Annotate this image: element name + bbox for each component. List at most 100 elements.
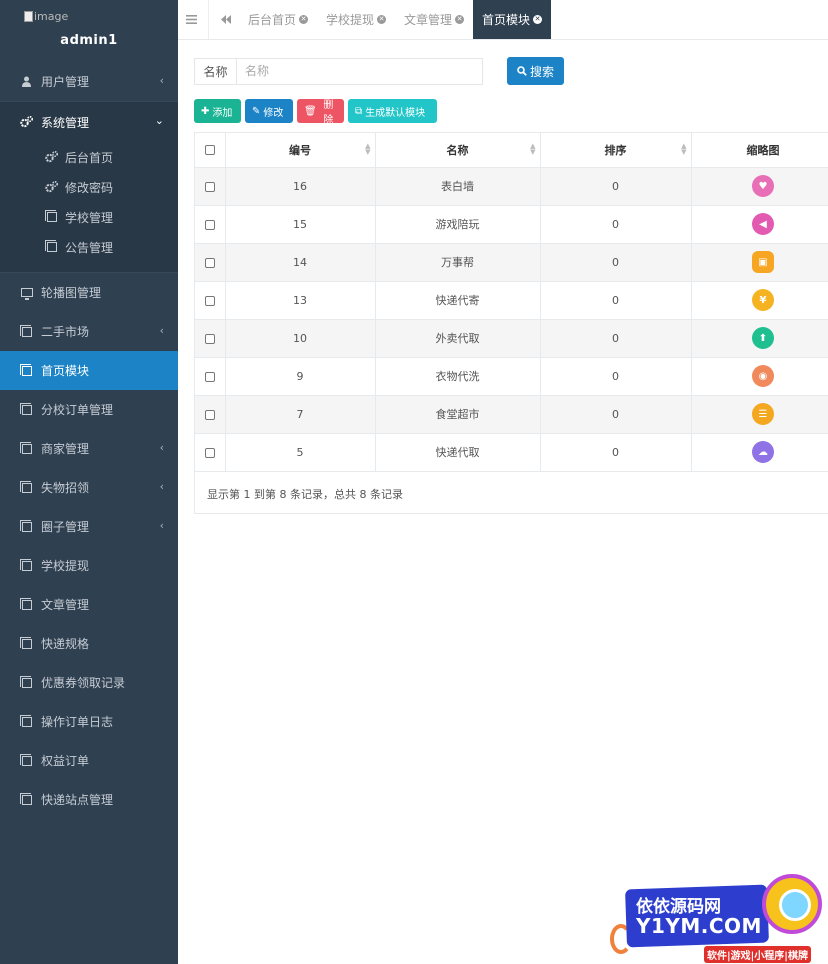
table-row[interactable]: 7 食堂超市 0 ☰ — [195, 395, 828, 434]
sidebar-item-second-hand[interactable]: 二手市场 ‹ — [0, 312, 178, 351]
sidebar-item-coupon-records[interactable]: 优惠券领取记录 — [0, 663, 178, 702]
close-icon[interactable]: ✕ — [377, 15, 387, 24]
cell-sort: 0 — [540, 319, 692, 358]
close-icon[interactable]: ✕ — [533, 15, 543, 24]
tab-articles[interactable]: 文章管理 ✕ — [395, 0, 473, 39]
edit-button[interactable]: ✎ 修改 — [245, 99, 293, 123]
table-row[interactable]: 9 衣物代洗 0 ◉ — [195, 357, 828, 396]
select-all-cell — [195, 133, 226, 168]
sidebar-subitem-change-password[interactable]: 修改密码 — [0, 172, 178, 202]
table-row[interactable]: 13 快递代寄 0 ¥ — [195, 281, 828, 320]
sidebar-item-express-spec[interactable]: 快递规格 — [0, 624, 178, 663]
sort-icon: ▲ ▼ — [365, 142, 371, 156]
sidebar-item-home-module[interactable]: 首页模块 — [0, 351, 178, 390]
tab-school-withdraw[interactable]: 学校提现 ✕ — [317, 0, 395, 39]
sidebar-item-benefit-orders[interactable]: 权益订单 — [0, 741, 178, 780]
cell-id: 14 — [225, 243, 376, 282]
cell-id: 13 — [225, 281, 376, 320]
generate-default-modules-button[interactable]: ⧉ 生成默认模块 — [348, 99, 437, 123]
column-header-name[interactable]: 名称 ▲ ▼ — [375, 133, 541, 168]
search-form: 名称 搜索 — [194, 57, 564, 85]
sidebar-item-order-logs[interactable]: 操作订单日志 — [0, 702, 178, 741]
sidebar-item-user-management[interactable]: 用户管理 ‹ — [0, 62, 178, 101]
sidebar-subitem-announcement[interactable]: 公告管理 — [0, 232, 178, 262]
copy-icon — [19, 714, 33, 728]
tab-dashboard[interactable]: 后台首页 ✕ — [239, 0, 317, 39]
double-chevron-left-icon[interactable] — [213, 0, 239, 39]
cell-name: 游戏陪玩 — [375, 205, 541, 244]
sidebar-item-school-withdraw[interactable]: 学校提现 — [0, 546, 178, 585]
sidebar-item-articles[interactable]: 文章管理 — [0, 585, 178, 624]
row-checkbox[interactable] — [204, 295, 215, 306]
table-row[interactable]: 5 快递代取 0 ☁ — [195, 433, 828, 472]
tab-label: 首页模块 — [482, 13, 531, 27]
cell-name: 衣物代洗 — [375, 357, 541, 396]
tab-home-module[interactable]: 首页模块 ✕ — [473, 0, 552, 39]
sidebar-item-branch-orders[interactable]: 分校订单管理 — [0, 390, 178, 429]
column-label: 缩略图 — [746, 143, 780, 157]
search-button[interactable]: 搜索 — [507, 57, 564, 85]
cell-name: 食堂超市 — [375, 395, 541, 434]
row-checkbox[interactable] — [204, 409, 215, 420]
shirt-thumbnail-icon: ▣ — [752, 251, 774, 273]
data-table: 编号 ▲ ▼ 名称 ▲ ▼ 排序 ▲ ▼ 缩略图 16 表白墙 0 ♥ 15 游戏陪玩 0 … — [195, 133, 828, 472]
sidebar-subitem-school-management[interactable]: 学校管理 — [0, 202, 178, 232]
sidebar-item-banner[interactable]: 轮播图管理 — [0, 273, 178, 312]
close-icon[interactable]: ✕ — [455, 15, 465, 24]
copy-icon — [44, 240, 58, 254]
username[interactable]: admin1 — [0, 33, 178, 48]
column-label: 名称 — [446, 143, 469, 157]
package-thumbnail-icon: ☁ — [752, 441, 774, 463]
toolbar: ✚ 添加 ✎ 修改 🗑 删除 ⧉ 生成默认模块 — [194, 99, 437, 126]
sidebar-item-label: 优惠券领取记录 — [41, 676, 126, 690]
search-input[interactable] — [236, 57, 483, 85]
delete-button-label: 删除 — [323, 100, 334, 126]
avatar[interactable]: image — [22, 10, 72, 26]
row-checkbox[interactable] — [204, 181, 215, 192]
column-header-id[interactable]: 编号 ▲ ▼ — [225, 133, 376, 168]
delete-button[interactable]: 🗑 删除 — [297, 99, 344, 126]
cell-name: 表白墙 — [375, 167, 541, 206]
watermark-domain: Y1YM.COM — [636, 914, 762, 938]
add-button-label: 添加 — [212, 107, 233, 119]
cell-sort: 0 — [540, 243, 692, 282]
copy-icon — [19, 753, 33, 767]
sort-icon: ▲ ▼ — [530, 142, 536, 156]
add-button[interactable]: ✚ 添加 — [194, 99, 241, 123]
chevron-left-icon: ‹ — [159, 74, 164, 87]
sidebar-item-label: 圈子管理 — [41, 520, 90, 534]
row-checkbox[interactable] — [204, 219, 215, 230]
washer-thumbnail-icon: ◉ — [752, 365, 774, 387]
coin-thumbnail-icon: ¥ — [752, 289, 774, 311]
select-all-checkbox[interactable] — [204, 145, 215, 156]
sidebar-item-label: 轮播图管理 — [41, 286, 102, 300]
cell-sort: 0 — [540, 433, 692, 472]
column-header-sort[interactable]: 排序 ▲ ▼ — [540, 133, 692, 168]
sidebar-item-circles[interactable]: 圈子管理 ‹ — [0, 507, 178, 546]
sidebar-item-merchants[interactable]: 商家管理 ‹ — [0, 429, 178, 468]
table-row[interactable]: 15 游戏陪玩 0 ◀ — [195, 205, 828, 244]
hamburger-menu-icon[interactable] — [178, 0, 204, 39]
row-checkbox[interactable] — [204, 257, 215, 268]
pagination-info: 显示第 1 到第 8 条记录，总共 8 条记录 — [207, 488, 403, 501]
table-row[interactable]: 10 外卖代取 0 ⬆ — [195, 319, 828, 358]
sidebar-item-label: 系统管理 — [41, 115, 90, 130]
sidebar-item-label: 二手市场 — [41, 325, 90, 339]
profile-header: image admin1 — [0, 0, 178, 62]
close-icon[interactable]: ✕ — [299, 15, 309, 24]
table-row[interactable]: 14 万事帮 0 ▣ — [195, 243, 828, 282]
cell-id: 10 — [225, 319, 376, 358]
cell-id: 16 — [225, 167, 376, 206]
sidebar-item-express-stations[interactable]: 快递站点管理 — [0, 780, 178, 819]
sidebar-item-system-management[interactable]: 系统管理 ⌄ — [0, 102, 178, 142]
cell-sort: 0 — [540, 167, 692, 206]
cell-sort: 0 — [540, 357, 692, 396]
sidebar-item-label: 权益订单 — [41, 754, 90, 768]
sidebar-item-lost-found[interactable]: 失物招领 ‹ — [0, 468, 178, 507]
row-checkbox[interactable] — [204, 371, 215, 382]
sidebar: image admin1 用户管理 ‹ 系统管理 ⌄ 后台首页 修改密码 学校管… — [0, 0, 178, 964]
sidebar-subitem-dashboard[interactable]: 后台首页 — [0, 142, 178, 172]
table-row[interactable]: 16 表白墙 0 ♥ — [195, 167, 828, 206]
row-checkbox[interactable] — [204, 447, 215, 458]
row-checkbox[interactable] — [204, 333, 215, 344]
